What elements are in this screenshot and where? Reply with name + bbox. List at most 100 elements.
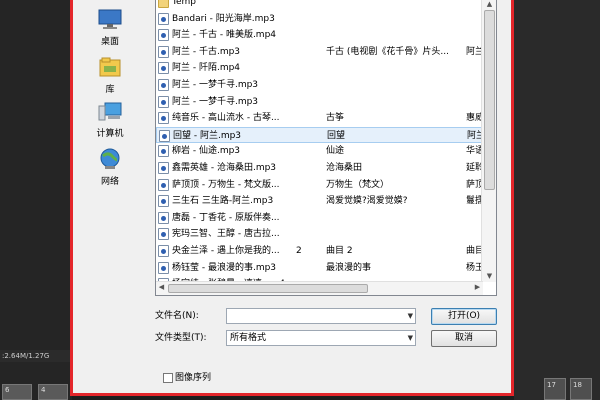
file-list: Temp Bandari - 阳光海岸.mp3 阿兰 - 千古 - 唯美版.mp4 阿… — [155, 0, 497, 296]
file-cell-c3: 回望 — [327, 130, 346, 141]
file-cell-c2: 2 — [296, 246, 302, 256]
file-cell-name: 鑫需英雄 - 沧海桑田.mp3 — [172, 163, 277, 173]
place-network[interactable]: 网络 — [79, 148, 141, 187]
file-cell-c3: 沧海桑田 — [326, 163, 363, 173]
place-label: 库 — [105, 85, 115, 95]
file-cell-name: 阿兰 - 一梦千寻.mp3 — [172, 96, 259, 107]
file-cell-name: 央金兰泽 - 遇上你是我的... — [172, 246, 280, 256]
filename-input[interactable]: ▼ — [226, 308, 416, 324]
file-row[interactable]: 阿兰 - 一梦千寻.mp3 — [156, 94, 486, 110]
editor-left-panel — [0, 0, 72, 400]
file-cell-name: 阿兰 - 千古 - 唯美版.mp4 — [172, 30, 277, 41]
file-cell-name: 唐磊 - 丁香花 - 原版伴奏... — [172, 212, 280, 223]
media-file-icon — [158, 261, 169, 274]
horizontal-scroll-thumb[interactable] — [168, 284, 368, 293]
file-cell-c3: 曲目 2 — [326, 246, 353, 256]
file-cell-c3: 古筝 — [326, 113, 345, 124]
file-row[interactable]: Temp — [156, 0, 486, 10]
filename-label: 文件名(N): — [155, 311, 199, 321]
file-cell-name: 宪玛三智、王醇 - 唐古拉... — [172, 229, 280, 240]
thumbnail[interactable]: 4 — [38, 384, 68, 400]
file-row[interactable]: 柳岩 - 仙途.mp3 仙途 华语 — [156, 143, 486, 159]
file-cell-name: 纯音乐 - 高山流水 - 古琴... — [172, 113, 280, 124]
left-thumbnail-strip: 6 4 — [0, 378, 72, 400]
open-file-dialog: 桌面 库 计算机 网络 Temp Bandari - 阳光海岸.mp3 阿兰 - 千… — [70, 0, 514, 396]
file-row[interactable]: 鑫需英雄 - 沧海桑田.mp3 沧海桑田 延聆 — [156, 160, 486, 176]
place-computer[interactable]: 计算机 — [79, 100, 141, 139]
file-cell-name: 回望 - 阿兰.mp3 — [173, 130, 242, 141]
filetype-label: 文件类型(T): — [155, 333, 207, 343]
scroll-left-icon[interactable]: ◀ — [157, 283, 166, 291]
file-row[interactable]: 央金兰泽 - 遇上你是我的... 2 曲目 2 曲目 — [156, 243, 486, 259]
file-cell-c3: 万物生（梵文） — [326, 179, 390, 190]
file-cell-name: 萨顶顶 - 万物生 - 梵文版... — [172, 179, 280, 190]
chevron-down-icon[interactable]: ▼ — [408, 331, 413, 345]
file-cell-name: Temp — [172, 0, 196, 7]
file-row[interactable]: 阿兰 - 千古.mp3 千古 (电视剧《花千骨》片头... 阿兰 — [156, 44, 486, 60]
file-cell-name: Bandari - 阳光海岸.mp3 — [172, 13, 275, 24]
media-file-icon — [158, 245, 169, 257]
file-row[interactable]: 阿兰 - 阡陌.mp4 — [156, 60, 486, 76]
file-cell-c3: 渴爱觉嫫?渴爱觉嫫? — [326, 196, 408, 207]
media-file-icon — [158, 162, 169, 174]
file-row[interactable]: 纯音乐 - 高山流水 - 古琴... 古筝 惠威 — [156, 110, 486, 126]
thumbnail[interactable]: 18 — [570, 378, 592, 400]
image-sequence-checkbox[interactable]: 图像序列 — [163, 372, 211, 384]
vertical-scrollbar[interactable]: ▲ ▼ — [481, 0, 496, 282]
file-row[interactable]: 阿兰 - 一梦千寻.mp3 — [156, 77, 486, 93]
file-cell-c3: 最浪漫的事 — [326, 262, 372, 273]
place-label: 计算机 — [96, 129, 124, 139]
media-file-icon — [158, 62, 169, 75]
media-file-icon — [158, 45, 169, 58]
library-icon — [96, 56, 124, 78]
open-button[interactable]: 打开(O) — [431, 308, 497, 325]
filetype-select[interactable]: 所有格式 ▼ — [226, 330, 416, 346]
file-row[interactable]: 萨顶顶 - 万物生 - 梵文版... 万物生（梵文） 萨顶 — [156, 177, 486, 193]
media-file-icon — [158, 178, 169, 191]
media-file-icon — [158, 211, 169, 224]
desktop-icon — [96, 8, 124, 30]
scroll-down-icon[interactable]: ▼ — [485, 272, 494, 282]
file-row[interactable]: 唐磊 - 丁香花 - 原版伴奏... — [156, 210, 486, 226]
editor-right-panel — [514, 0, 600, 400]
file-cell-name: 阿兰 - 千古.mp3 — [172, 46, 241, 57]
file-row[interactable]: 三生石 三生路-阿兰.mp3 渴爱觉嫫?渴爱觉嫫? 鬘擩 — [156, 193, 486, 209]
vertical-scroll-thumb[interactable] — [484, 10, 495, 190]
chevron-down-icon[interactable]: ▼ — [408, 309, 413, 323]
filetype-value: 所有格式 — [230, 333, 267, 343]
media-file-icon — [158, 29, 169, 42]
place-label: 网络 — [100, 177, 119, 187]
thumbnail[interactable]: 6 — [2, 384, 32, 400]
place-library[interactable]: 库 — [79, 56, 141, 95]
media-file-icon — [158, 145, 169, 158]
checkbox-box[interactable] — [163, 372, 173, 383]
file-row[interactable]: 阿兰 - 千古 - 唯美版.mp4 — [156, 27, 486, 43]
cancel-button[interactable]: 取消 — [431, 330, 497, 347]
file-cell-name: 阿兰 - 一梦千寻.mp3 — [172, 80, 259, 90]
media-file-icon — [158, 95, 169, 108]
file-cell-c3: 千古 (电视剧《花千骨》片头... — [326, 46, 449, 57]
horizontal-scrollbar[interactable]: ◀ ▶ — [156, 281, 483, 295]
place-desktop[interactable]: 桌面 — [79, 8, 141, 47]
checkbox-label: 图像序列 — [175, 373, 212, 383]
file-cell-name: 阿兰 - 阡陌.mp4 — [172, 63, 241, 74]
place-label: 桌面 — [100, 37, 119, 47]
file-cell-name: 杨钰莹 - 最浪漫的事.mp3 — [172, 262, 277, 273]
file-row[interactable]: 宪玛三智、王醇 - 唐古拉... — [156, 226, 486, 242]
file-row[interactable]: 回望 - 阿兰.mp3 回望 阿兰 — [156, 126, 486, 143]
file-row[interactable]: 杨钰莹 - 最浪漫的事.mp3 最浪漫的事 杨玉 — [156, 260, 486, 276]
media-file-icon — [158, 228, 169, 241]
folder-icon — [158, 0, 169, 8]
file-cell-name: 柳岩 - 仙途.mp3 — [172, 146, 241, 157]
media-file-icon — [158, 112, 169, 125]
media-file-icon — [158, 79, 169, 91]
network-icon — [96, 148, 124, 170]
memory-status: :2.64M/1.27G — [0, 350, 72, 362]
scroll-up-icon[interactable]: ▲ — [485, 0, 494, 10]
file-row[interactable]: Bandari - 阳光海岸.mp3 — [156, 11, 486, 27]
media-file-icon — [158, 195, 169, 208]
file-cell-name: 三生石 三生路-阿兰.mp3 — [172, 196, 274, 207]
scroll-right-icon[interactable]: ▶ — [473, 283, 482, 291]
thumbnail[interactable]: 17 — [544, 378, 566, 400]
computer-icon — [96, 100, 124, 122]
